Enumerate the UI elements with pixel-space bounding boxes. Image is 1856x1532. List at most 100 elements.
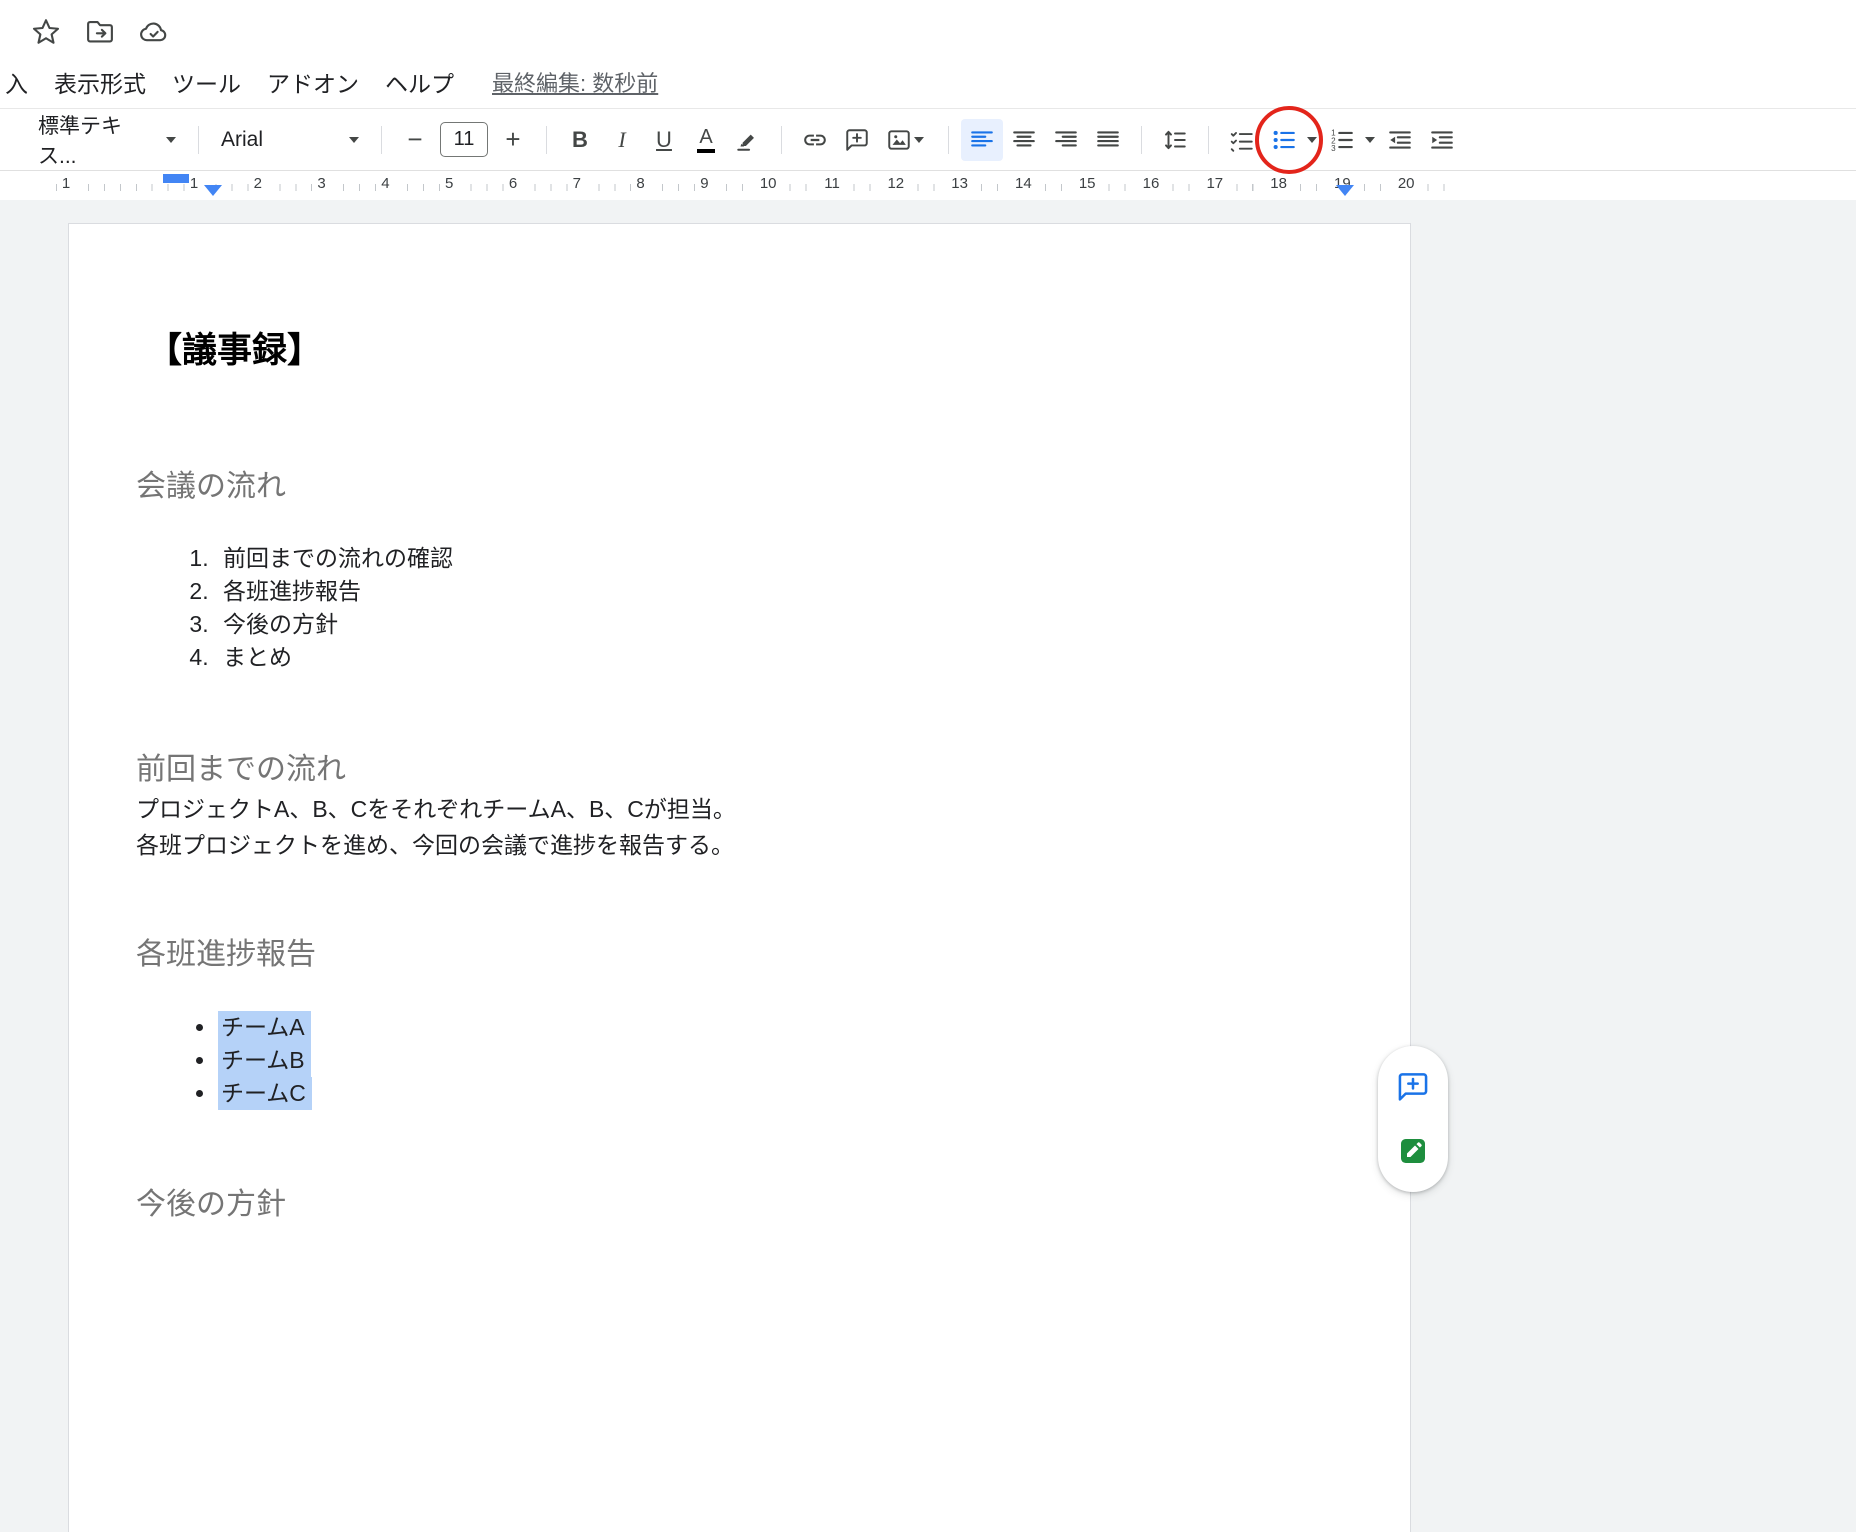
- cloud-status-icon[interactable]: [136, 14, 172, 50]
- checklist-button[interactable]: [1221, 119, 1263, 161]
- ruler-number: 8: [632, 175, 648, 192]
- align-center-icon: [1011, 127, 1037, 153]
- toolbar-divider: [1208, 126, 1209, 154]
- bulleted-list-button[interactable]: [1263, 119, 1305, 161]
- outdent-icon: [1387, 127, 1413, 153]
- underline-icon: U: [656, 127, 672, 153]
- toolbar-divider: [381, 126, 382, 154]
- font-size-decrease-button[interactable]: −: [394, 119, 436, 161]
- ruler-number: 4: [377, 175, 393, 192]
- teams-bulleted-list: チームA チームB チームC: [181, 1011, 312, 1110]
- agenda-ordered-list: 前回までの流れの確認 各班進捗報告 今後の方針 まとめ: [177, 542, 453, 674]
- italic-button[interactable]: I: [601, 119, 643, 161]
- numbered-list-icon: 123: [1329, 127, 1355, 153]
- svg-text:3: 3: [1331, 143, 1336, 152]
- ruler-number: 10: [756, 175, 781, 192]
- menu-item-help[interactable]: ヘルプ: [385, 65, 454, 99]
- menubar: 入 表示形式 ツール アドオン ヘルプ 最終編集: 数秒前: [0, 62, 1856, 102]
- ruler-number: 1: [58, 175, 74, 192]
- align-justify-button[interactable]: [1087, 119, 1129, 161]
- document-canvas: 【議事録】 会議の流れ 前回までの流れの確認 各班進捗報告 今後の方針 まとめ …: [0, 200, 1856, 1532]
- bold-button[interactable]: B: [559, 119, 601, 161]
- align-left-button[interactable]: [961, 119, 1003, 161]
- list-item: チームC: [217, 1077, 312, 1110]
- align-left-icon: [969, 127, 995, 153]
- chevron-down-icon[interactable]: [1307, 137, 1317, 143]
- bulleted-list-icon: [1271, 127, 1297, 153]
- star-icon[interactable]: [28, 14, 64, 50]
- paragraph-style-select[interactable]: 標準テキス...: [28, 120, 186, 160]
- menu-item-addons[interactable]: アドオン: [267, 65, 359, 99]
- ruler-number: 20: [1394, 175, 1419, 192]
- doc-title: 【議事録】: [147, 322, 322, 373]
- italic-icon: I: [618, 127, 625, 153]
- align-right-button[interactable]: [1045, 119, 1087, 161]
- insert-link-button[interactable]: [794, 119, 836, 161]
- toolbar-divider: [1141, 126, 1142, 154]
- doc-paragraph: プロジェクトA、B、CをそれぞれチームA、B、Cが担当。 各班プロジェクトを進め…: [136, 791, 736, 863]
- indent-icon: [1429, 127, 1455, 153]
- left-indent-marker[interactable]: [204, 185, 222, 196]
- ruler-number: 6: [505, 175, 521, 192]
- ruler-number: 18: [1266, 175, 1291, 192]
- selected-text: チームA: [218, 1011, 311, 1044]
- suggest-edits-fab-icon: [1397, 1135, 1429, 1167]
- ruler-number: 7: [569, 175, 585, 192]
- font-select[interactable]: Arial: [211, 120, 369, 160]
- underline-button[interactable]: U: [643, 119, 685, 161]
- align-center-button[interactable]: [1003, 119, 1045, 161]
- checklist-icon: [1229, 127, 1255, 153]
- font-size-increase-button[interactable]: +: [492, 119, 534, 161]
- numbered-list-button[interactable]: 123: [1321, 119, 1363, 161]
- indent-button[interactable]: [1421, 119, 1463, 161]
- text-color-button[interactable]: A: [685, 119, 727, 161]
- chevron-down-icon[interactable]: [1365, 137, 1375, 143]
- ruler-number: 15: [1075, 175, 1100, 192]
- add-comment-button[interactable]: [836, 119, 878, 161]
- outdent-button[interactable]: [1379, 119, 1421, 161]
- ruler-number: 16: [1139, 175, 1164, 192]
- doc-heading-progress-report: 各班進捗報告: [136, 929, 316, 973]
- list-item: 今後の方針: [215, 608, 453, 641]
- link-icon: [802, 127, 828, 153]
- ruler[interactable]: 1 1234567891011121314151617181920: [0, 172, 1856, 200]
- add-comment-fab[interactable]: [1389, 1063, 1437, 1111]
- menu-item-insert-partial[interactable]: 入: [5, 65, 28, 99]
- titlebar: [28, 14, 172, 50]
- toolbar-divider: [948, 126, 949, 154]
- toolbar: 標準テキス... Arial − 11 + B I U A: [0, 108, 1856, 171]
- insert-image-icon: [886, 127, 912, 153]
- menu-item-format[interactable]: 表示形式: [54, 65, 146, 99]
- align-justify-icon: [1095, 127, 1121, 153]
- list-item: チームA: [217, 1011, 312, 1044]
- move-folder-icon[interactable]: [82, 14, 118, 50]
- bulleted-list-group: [1263, 119, 1321, 161]
- align-right-icon: [1053, 127, 1079, 153]
- ruler-number: 9: [696, 175, 712, 192]
- first-line-indent-marker[interactable]: [163, 174, 189, 183]
- line-spacing-button[interactable]: [1154, 119, 1196, 161]
- doc-heading-meeting-flow: 会議の流れ: [136, 461, 286, 505]
- ruler-number: 11: [820, 175, 844, 192]
- document-page[interactable]: 【議事録】 会議の流れ 前回までの流れの確認 各班進捗報告 今後の方針 まとめ …: [68, 223, 1411, 1532]
- menu-item-tools[interactable]: ツール: [172, 65, 241, 99]
- bold-icon: B: [572, 127, 588, 153]
- insert-image-button[interactable]: [878, 119, 936, 161]
- add-comment-icon: [844, 127, 870, 153]
- chevron-down-icon: [914, 137, 924, 143]
- last-edit-link[interactable]: 最終編集: 数秒前: [492, 66, 658, 98]
- list-item: チームB: [217, 1044, 312, 1077]
- list-item: 前回までの流れの確認: [215, 542, 453, 575]
- toolbar-divider: [198, 126, 199, 154]
- ruler-number: 13: [947, 175, 972, 192]
- right-indent-marker[interactable]: [1336, 185, 1354, 196]
- toolbar-divider: [546, 126, 547, 154]
- font-size-input[interactable]: 11: [440, 122, 488, 157]
- doc-heading-previous-flow: 前回までの流れ: [136, 744, 346, 788]
- list-item: 各班進捗報告: [215, 575, 453, 608]
- paragraph-style-value: 標準テキス...: [38, 110, 158, 170]
- suggest-edits-fab[interactable]: [1389, 1127, 1437, 1175]
- highlight-color-button[interactable]: [727, 119, 769, 161]
- plus-icon: +: [505, 124, 520, 155]
- google-docs-app: 入 表示形式 ツール アドオン ヘルプ 最終編集: 数秒前 標準テキス... A…: [0, 0, 1856, 1532]
